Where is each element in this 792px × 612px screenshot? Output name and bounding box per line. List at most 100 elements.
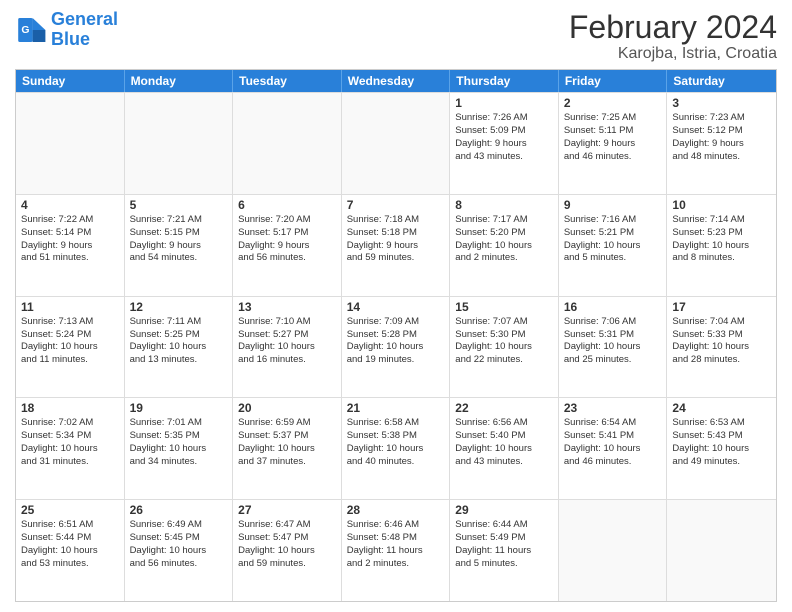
day-number: 10 <box>672 198 771 212</box>
day-info: Sunrise: 7:07 AM Sunset: 5:30 PM Dayligh… <box>455 316 553 367</box>
calendar-cell: 4Sunrise: 7:22 AM Sunset: 5:14 PM Daylig… <box>16 195 125 296</box>
calendar-cell: 2 Sunrise: 7:25 AM Sunset: 5:11 PM Daylig… <box>559 93 668 194</box>
day-info: Sunrise: 7:10 AM Sunset: 5:27 PM Dayligh… <box>238 316 336 367</box>
day-info: Sunrise: 7:09 AM Sunset: 5:28 PM Dayligh… <box>347 316 445 367</box>
logo-icon: G <box>15 14 47 46</box>
day-number: 13 <box>238 300 336 314</box>
calendar-week-4: 18 Sunrise: 7:02 AM Sunset: 5:34 PM Dayli… <box>16 397 776 499</box>
calendar-cell: 23 Sunrise: 6:54 AM Sunset: 5:41 PM Dayli… <box>559 398 668 499</box>
calendar-cell: 6 Sunrise: 7:20 AM Sunset: 5:17 PM Daylig… <box>233 195 342 296</box>
calendar-cell: 1 Sunrise: 7:26 AM Sunset: 5:09 PM Daylig… <box>450 93 559 194</box>
day-info: Sunrise: 7:06 AM Sunset: 5:31 PM Dayligh… <box>564 316 662 367</box>
calendar-cell <box>125 93 234 194</box>
day-number: 26 <box>130 503 228 517</box>
day-number: 14 <box>347 300 445 314</box>
calendar-cell <box>342 93 451 194</box>
day-number: 5 <box>130 198 228 212</box>
day-number: 1 <box>455 96 553 110</box>
day-info: Sunrise: 7:13 AM Sunset: 5:24 PM Dayligh… <box>21 316 119 367</box>
day-number: 11 <box>21 300 119 314</box>
day-info: Sunrise: 6:49 AM Sunset: 5:45 PM Dayligh… <box>130 519 228 570</box>
day-number: 6 <box>238 198 336 212</box>
day-number: 18 <box>21 401 119 415</box>
day-number: 20 <box>238 401 336 415</box>
day-info: Sunrise: 6:53 AM Sunset: 5:43 PM Dayligh… <box>672 417 771 468</box>
page: G General Blue February 2024 Karojba, Is… <box>0 0 792 612</box>
day-info: Sunrise: 7:04 AM Sunset: 5:33 PM Dayligh… <box>672 316 771 367</box>
day-info: Sunrise: 7:22 AM Sunset: 5:14 PM Dayligh… <box>21 214 119 265</box>
calendar-cell: 7 Sunrise: 7:18 AM Sunset: 5:18 PM Daylig… <box>342 195 451 296</box>
calendar-cell: 17Sunrise: 7:04 AM Sunset: 5:33 PM Dayli… <box>667 297 776 398</box>
calendar-cell: 8 Sunrise: 7:17 AM Sunset: 5:20 PM Daylig… <box>450 195 559 296</box>
calendar-cell: 14 Sunrise: 7:09 AM Sunset: 5:28 PM Dayli… <box>342 297 451 398</box>
calendar-cell: 26 Sunrise: 6:49 AM Sunset: 5:45 PM Dayli… <box>125 500 234 601</box>
day-info: Sunrise: 6:47 AM Sunset: 5:47 PM Dayligh… <box>238 519 336 570</box>
calendar-cell: 25 Sunrise: 6:51 AM Sunset: 5:44 PM Dayli… <box>16 500 125 601</box>
day-number: 24 <box>672 401 771 415</box>
day-info: Sunrise: 7:14 AM Sunset: 5:23 PM Dayligh… <box>672 214 771 265</box>
calendar-cell: 9Sunrise: 7:16 AM Sunset: 5:21 PM Daylig… <box>559 195 668 296</box>
day-number: 28 <box>347 503 445 517</box>
logo-line2: Blue <box>51 29 90 49</box>
calendar-header: SundayMondayTuesdayWednesdayThursdayFrid… <box>16 70 776 92</box>
day-number: 19 <box>130 401 228 415</box>
day-info: Sunrise: 7:21 AM Sunset: 5:15 PM Dayligh… <box>130 214 228 265</box>
day-number: 15 <box>455 300 553 314</box>
day-info: Sunrise: 7:01 AM Sunset: 5:35 PM Dayligh… <box>130 417 228 468</box>
calendar-cell: 5 Sunrise: 7:21 AM Sunset: 5:15 PM Daylig… <box>125 195 234 296</box>
day-number: 7 <box>347 198 445 212</box>
day-info: Sunrise: 7:20 AM Sunset: 5:17 PM Dayligh… <box>238 214 336 265</box>
day-info: Sunrise: 6:59 AM Sunset: 5:37 PM Dayligh… <box>238 417 336 468</box>
calendar-cell <box>16 93 125 194</box>
day-info: Sunrise: 7:02 AM Sunset: 5:34 PM Dayligh… <box>21 417 119 468</box>
calendar-week-5: 25 Sunrise: 6:51 AM Sunset: 5:44 PM Dayli… <box>16 499 776 601</box>
logo-text: General Blue <box>51 10 118 50</box>
day-number: 21 <box>347 401 445 415</box>
day-info: Sunrise: 6:58 AM Sunset: 5:38 PM Dayligh… <box>347 417 445 468</box>
calendar-cell: 12Sunrise: 7:11 AM Sunset: 5:25 PM Dayli… <box>125 297 234 398</box>
calendar-week-1: 1 Sunrise: 7:26 AM Sunset: 5:09 PM Daylig… <box>16 92 776 194</box>
day-info: Sunrise: 6:56 AM Sunset: 5:40 PM Dayligh… <box>455 417 553 468</box>
calendar-header-tuesday: Tuesday <box>233 70 342 92</box>
calendar-cell: 28 Sunrise: 6:46 AM Sunset: 5:48 PM Dayli… <box>342 500 451 601</box>
day-info: Sunrise: 6:46 AM Sunset: 5:48 PM Dayligh… <box>347 519 445 570</box>
day-info: Sunrise: 6:44 AM Sunset: 5:49 PM Dayligh… <box>455 519 553 570</box>
day-number: 23 <box>564 401 662 415</box>
day-number: 3 <box>672 96 771 110</box>
day-info: Sunrise: 7:25 AM Sunset: 5:11 PM Dayligh… <box>564 112 662 163</box>
calendar-body: 1 Sunrise: 7:26 AM Sunset: 5:09 PM Daylig… <box>16 92 776 601</box>
calendar-cell: 19 Sunrise: 7:01 AM Sunset: 5:35 PM Dayli… <box>125 398 234 499</box>
calendar-cell: 3Sunrise: 7:23 AM Sunset: 5:12 PM Daylig… <box>667 93 776 194</box>
calendar-cell: 10 Sunrise: 7:14 AM Sunset: 5:23 PM Dayli… <box>667 195 776 296</box>
calendar-cell: 15 Sunrise: 7:07 AM Sunset: 5:30 PM Dayli… <box>450 297 559 398</box>
calendar-week-3: 11 Sunrise: 7:13 AM Sunset: 5:24 PM Dayli… <box>16 296 776 398</box>
calendar-cell: 27 Sunrise: 6:47 AM Sunset: 5:47 PM Dayli… <box>233 500 342 601</box>
title-sub: Karojba, Istria, Croatia <box>569 45 777 63</box>
day-info: Sunrise: 7:17 AM Sunset: 5:20 PM Dayligh… <box>455 214 553 265</box>
calendar-cell <box>233 93 342 194</box>
day-number: 12 <box>130 300 228 314</box>
calendar-cell: 21 Sunrise: 6:58 AM Sunset: 5:38 PM Dayli… <box>342 398 451 499</box>
day-info: Sunrise: 7:18 AM Sunset: 5:18 PM Dayligh… <box>347 214 445 265</box>
calendar-cell <box>667 500 776 601</box>
day-number: 8 <box>455 198 553 212</box>
day-number: 16 <box>564 300 662 314</box>
calendar-cell: 29 Sunrise: 6:44 AM Sunset: 5:49 PM Dayli… <box>450 500 559 601</box>
day-info: Sunrise: 7:26 AM Sunset: 5:09 PM Dayligh… <box>455 112 553 163</box>
day-info: Sunrise: 6:54 AM Sunset: 5:41 PM Dayligh… <box>564 417 662 468</box>
calendar-cell: 20 Sunrise: 6:59 AM Sunset: 5:37 PM Dayli… <box>233 398 342 499</box>
calendar: SundayMondayTuesdayWednesdayThursdayFrid… <box>15 69 777 602</box>
day-number: 27 <box>238 503 336 517</box>
header: G General Blue February 2024 Karojba, Is… <box>15 10 777 63</box>
day-info: Sunrise: 6:51 AM Sunset: 5:44 PM Dayligh… <box>21 519 119 570</box>
calendar-cell: 24 Sunrise: 6:53 AM Sunset: 5:43 PM Dayli… <box>667 398 776 499</box>
day-number: 2 <box>564 96 662 110</box>
calendar-header-sunday: Sunday <box>16 70 125 92</box>
calendar-header-thursday: Thursday <box>450 70 559 92</box>
calendar-header-wednesday: Wednesday <box>342 70 451 92</box>
day-number: 25 <box>21 503 119 517</box>
title-main: February 2024 <box>569 10 777 45</box>
day-number: 29 <box>455 503 553 517</box>
logo-line1: General <box>51 9 118 29</box>
calendar-header-friday: Friday <box>559 70 668 92</box>
